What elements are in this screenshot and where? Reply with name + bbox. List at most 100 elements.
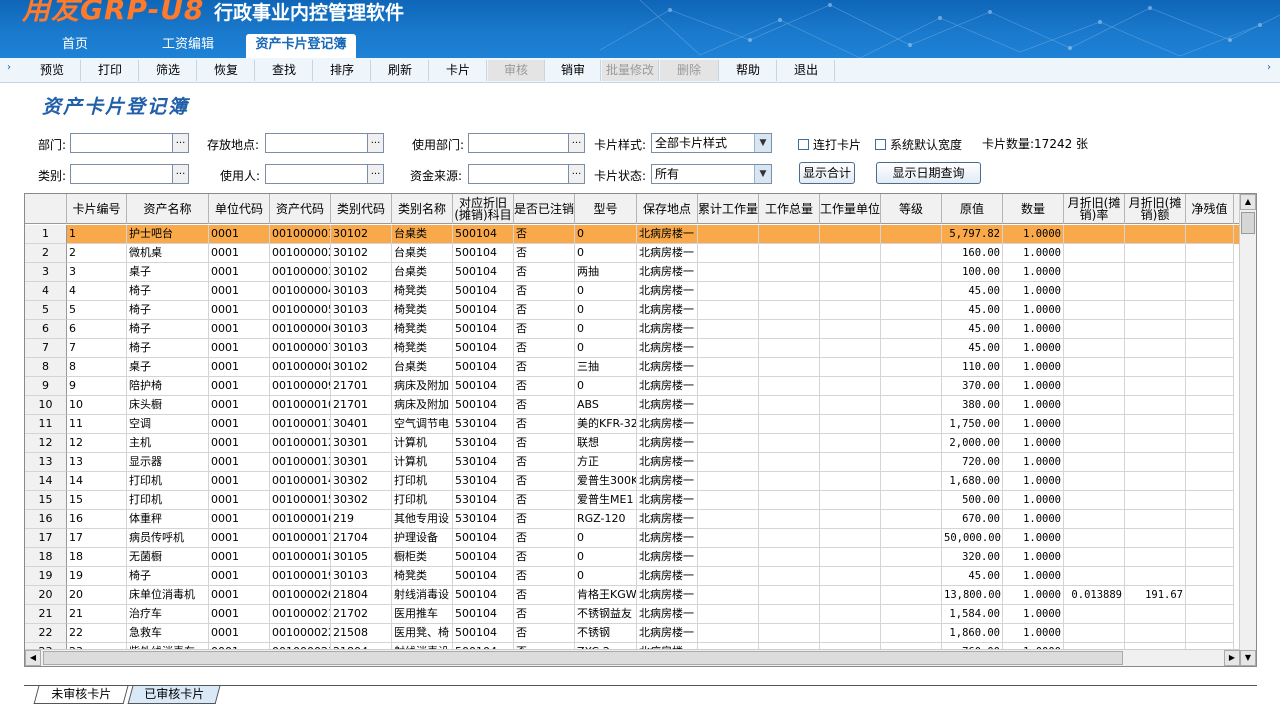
table-cell[interactable]: 500.00: [942, 491, 1003, 510]
table-cell[interactable]: 台桌类: [392, 244, 453, 263]
column-header[interactable]: 对应折旧(摊销)科目: [453, 194, 514, 224]
table-cell[interactable]: [881, 434, 942, 453]
toolbar-button[interactable]: 刷新: [372, 60, 429, 81]
table-cell[interactable]: [1186, 358, 1234, 377]
table-cell[interactable]: 500104: [453, 605, 514, 624]
row-number[interactable]: 9: [25, 377, 67, 396]
table-row[interactable]: 11 11 空调 0001 001000011 30401 空气调节电 530104 否美的KF…: [25, 415, 1240, 434]
table-cell[interactable]: [820, 415, 881, 434]
table-cell[interactable]: [759, 624, 820, 643]
table-cell[interactable]: 001000011: [270, 415, 331, 434]
table-cell[interactable]: 0: [575, 548, 637, 567]
table-cell[interactable]: 0: [575, 282, 637, 301]
table-cell[interactable]: 320.00: [942, 548, 1003, 567]
table-cell[interactable]: 1.0000: [1003, 358, 1064, 377]
table-cell[interactable]: 0: [575, 529, 637, 548]
table-cell[interactable]: [759, 434, 820, 453]
table-cell[interactable]: [759, 586, 820, 605]
table-cell[interactable]: 14: [67, 472, 127, 491]
table-cell[interactable]: 21701: [331, 377, 392, 396]
table-row[interactable]: 8 8 桌子 0001 001000008 30102 台桌类 500104 否三抽 北病房楼一 1…: [25, 358, 1240, 377]
table-cell[interactable]: [698, 377, 759, 396]
table-cell[interactable]: 13: [67, 453, 127, 472]
table-cell[interactable]: 001000020: [270, 586, 331, 605]
table-cell[interactable]: 0: [575, 377, 637, 396]
table-cell[interactable]: 北病房楼一: [637, 567, 698, 586]
table-cell[interactable]: 椅子: [127, 567, 209, 586]
column-header[interactable]: 累计工作量: [698, 194, 759, 224]
table-cell[interactable]: [1064, 396, 1125, 415]
table-cell[interactable]: [759, 415, 820, 434]
table-cell[interactable]: [820, 548, 881, 567]
scroll-thumb[interactable]: [43, 651, 1123, 665]
table-cell[interactable]: 椅凳类: [392, 301, 453, 320]
table-cell[interactable]: 0001: [209, 225, 270, 244]
table-cell[interactable]: 治疗车: [127, 605, 209, 624]
table-cell[interactable]: 30102: [331, 244, 392, 263]
table-cell[interactable]: [1125, 339, 1186, 358]
table-cell[interactable]: [1125, 358, 1186, 377]
category-field[interactable]: ...: [70, 164, 189, 184]
row-number[interactable]: 16: [25, 510, 67, 529]
table-cell[interactable]: [698, 358, 759, 377]
table-cell[interactable]: [698, 320, 759, 339]
checkbox-icon[interactable]: [875, 139, 886, 150]
table-cell[interactable]: [698, 301, 759, 320]
table-cell[interactable]: 110.00: [942, 358, 1003, 377]
table-cell[interactable]: 1,860.00: [942, 624, 1003, 643]
table-cell[interactable]: 0: [575, 567, 637, 586]
scroll-up-icon[interactable]: ▲: [1240, 194, 1256, 210]
table-cell[interactable]: [698, 282, 759, 301]
table-cell[interactable]: 病床及附加: [392, 377, 453, 396]
table-cell[interactable]: [759, 567, 820, 586]
table-cell[interactable]: [698, 434, 759, 453]
table-cell[interactable]: [1064, 510, 1125, 529]
table-cell[interactable]: 500104: [453, 244, 514, 263]
table-cell[interactable]: 打印机: [392, 472, 453, 491]
table-cell[interactable]: [1186, 472, 1234, 491]
table-cell[interactable]: [698, 624, 759, 643]
table-cell[interactable]: 20: [67, 586, 127, 605]
tab-salary-edit[interactable]: 工资编辑: [148, 34, 228, 58]
toolbar-button[interactable]: 删除: [660, 60, 719, 81]
table-cell[interactable]: 1.0000: [1003, 586, 1064, 605]
table-cell[interactable]: 1.0000: [1003, 472, 1064, 491]
table-cell[interactable]: 北病房楼一: [637, 586, 698, 605]
table-cell[interactable]: [881, 453, 942, 472]
table-cell[interactable]: [1125, 263, 1186, 282]
table-cell[interactable]: [1064, 529, 1125, 548]
table-cell[interactable]: [820, 472, 881, 491]
table-cell[interactable]: [759, 377, 820, 396]
table-cell[interactable]: [881, 377, 942, 396]
table-cell[interactable]: [1186, 339, 1234, 358]
table-cell[interactable]: 北病房楼一: [637, 244, 698, 263]
table-cell[interactable]: 0001: [209, 358, 270, 377]
table-cell[interactable]: [698, 491, 759, 510]
table-cell[interactable]: 病员传呼机: [127, 529, 209, 548]
table-cell[interactable]: 否: [514, 510, 575, 529]
table-cell[interactable]: 0001: [209, 586, 270, 605]
table-cell[interactable]: 0: [575, 339, 637, 358]
table-cell[interactable]: [698, 244, 759, 263]
row-number[interactable]: 1: [25, 225, 67, 244]
table-cell[interactable]: [1186, 453, 1234, 472]
table-cell[interactable]: 370.00: [942, 377, 1003, 396]
table-cell[interactable]: [881, 358, 942, 377]
table-cell[interactable]: [1064, 472, 1125, 491]
table-cell[interactable]: 0: [575, 301, 637, 320]
table-cell[interactable]: 北病房楼一: [637, 624, 698, 643]
chevron-down-icon[interactable]: ▼: [754, 165, 771, 183]
table-cell[interactable]: 方正: [575, 453, 637, 472]
table-cell[interactable]: [820, 396, 881, 415]
table-cell[interactable]: 陪护椅: [127, 377, 209, 396]
fund-source-field[interactable]: ...: [468, 164, 585, 184]
table-cell[interactable]: 0001: [209, 510, 270, 529]
table-cell[interactable]: 21: [67, 605, 127, 624]
row-number[interactable]: 14: [25, 472, 67, 491]
column-header[interactable]: 是否已注销: [514, 194, 575, 224]
toolbar-button[interactable]: 审核: [488, 60, 545, 81]
table-cell[interactable]: 微机桌: [127, 244, 209, 263]
table-cell[interactable]: [820, 282, 881, 301]
table-cell[interactable]: 670.00: [942, 510, 1003, 529]
table-cell[interactable]: [1186, 624, 1234, 643]
